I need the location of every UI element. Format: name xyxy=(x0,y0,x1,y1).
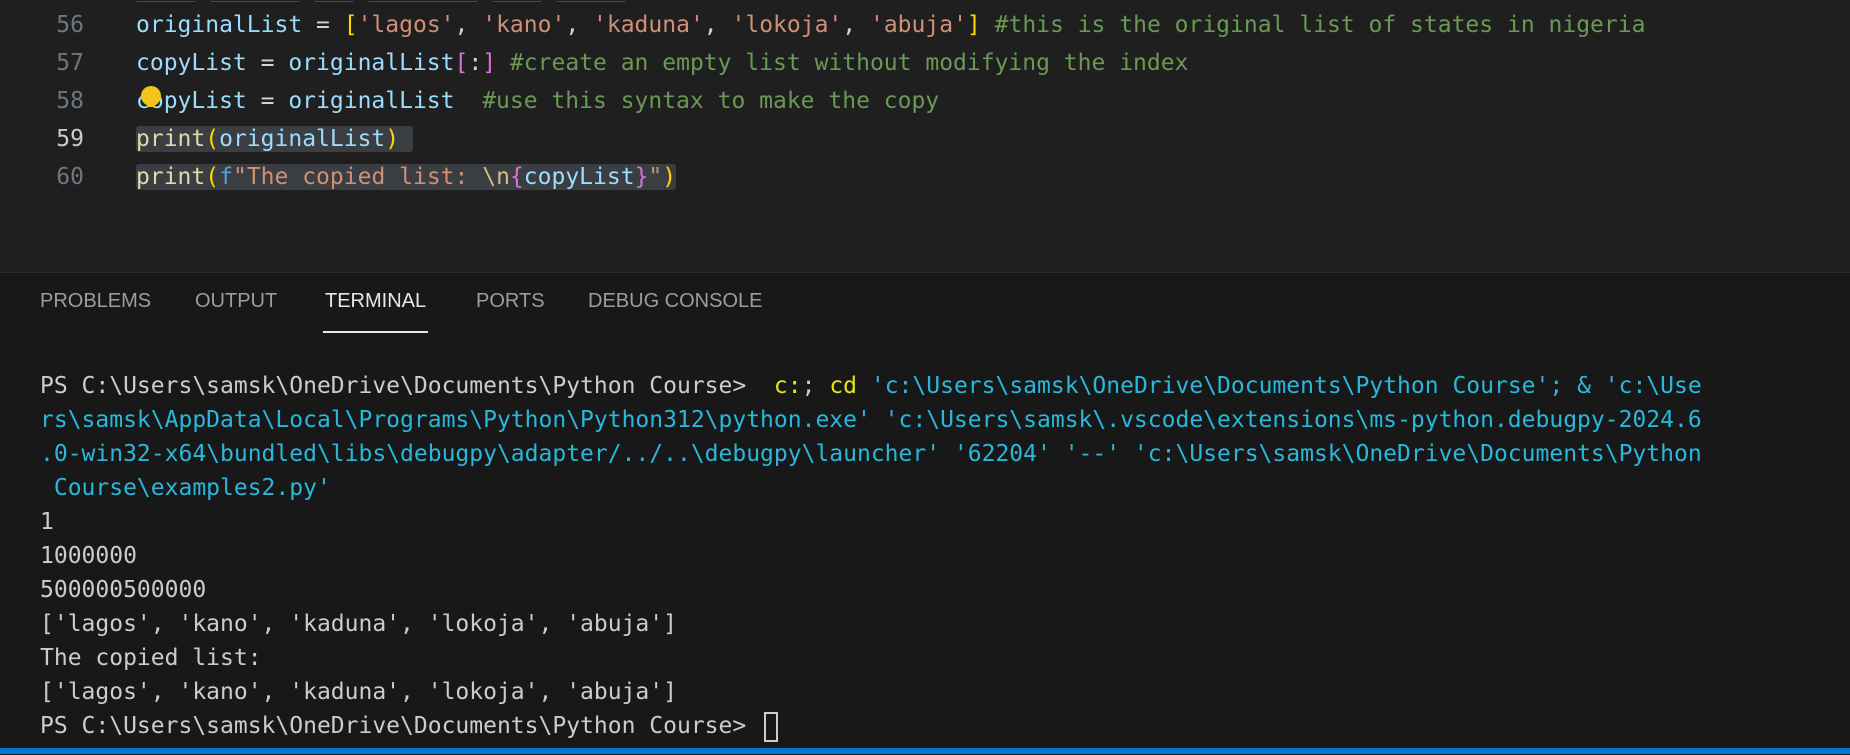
command-token: ; xyxy=(801,373,830,399)
code-content: copyList = originalList[:] #create an em… xyxy=(136,50,1188,76)
selection-highlight: print(originalList) xyxy=(136,126,413,152)
terminal-prompt: PS C:\Users\samsk\OneDrive\Documents\Pyt… xyxy=(40,713,761,739)
terminal-final-line: PS C:\Users\samsk\OneDrive\Documents\Pyt… xyxy=(40,709,1845,743)
code-token: = xyxy=(246,50,289,76)
code-token: 'kano' xyxy=(482,12,566,38)
code-token: 'abuja' xyxy=(869,12,967,38)
code-token: copyList xyxy=(136,50,247,76)
code-token: { xyxy=(509,164,524,190)
code-token: : xyxy=(468,50,483,76)
command-token: c: xyxy=(760,373,802,399)
terminal-command-wrap: .0-win32-x64\bundled\libs\debugpy\adapte… xyxy=(40,441,1702,467)
line-number: 57 xyxy=(56,50,84,76)
code-editor[interactable]: 56 originalList = ['lagos', 'kano', 'kadu… xyxy=(0,0,1850,270)
terminal-command-line: PS C:\Users\samsk\OneDrive\Documents\Pyt… xyxy=(40,369,1845,403)
code-token: [ xyxy=(454,50,469,76)
code-text[interactable]: print(f"The copied list: \n{copyList}") xyxy=(136,158,677,196)
code-token: " xyxy=(648,164,663,190)
command-token: cd xyxy=(829,373,858,399)
tab-problems[interactable]: PROBLEMS xyxy=(40,273,151,333)
code-line[interactable]: 59 print(originalList) xyxy=(0,120,1850,158)
line-number: 60 xyxy=(56,164,84,190)
line-number: 59 xyxy=(56,126,84,152)
code-token: 'kaduna' xyxy=(593,12,704,38)
terminal-output-line: 500000500000 xyxy=(40,577,207,603)
code-line[interactable]: 58 copyList = originalList #use this synt… xyxy=(0,82,1850,120)
code-content: originalList = ['lagos', 'kano', 'kaduna… xyxy=(136,12,1645,38)
code-text[interactable]: copyList = originalList #use this syntax… xyxy=(136,82,939,120)
code-text[interactable]: copyList = originalList[:] #create an em… xyxy=(136,44,1188,82)
code-token: ( xyxy=(205,164,220,190)
code-token: ) xyxy=(662,164,677,190)
terminal-cursor[interactable] xyxy=(764,711,779,742)
code-token: , xyxy=(454,12,483,38)
terminal-output-line: ['lagos', 'kano', 'kaduna', 'lokoja', 'a… xyxy=(40,679,677,705)
selection-highlight: print(f"The copied list: \n{copyList}") xyxy=(136,164,677,190)
code-token: print xyxy=(136,164,206,190)
tab-ports[interactable]: PORTS xyxy=(476,273,545,333)
code-token: ( xyxy=(205,126,220,152)
code-token: ] xyxy=(482,50,497,76)
terminal-command-wrap: Course\examples2.py' xyxy=(40,475,331,501)
code-token: originalList xyxy=(288,88,455,114)
code-token: originalList xyxy=(219,126,386,152)
code-token: 'lagos' xyxy=(357,12,455,38)
code-text[interactable]: originalList = ['lagos', 'kano', 'kaduna… xyxy=(136,6,1645,44)
partial-line-55 xyxy=(136,0,1036,2)
code-token: , xyxy=(842,12,870,38)
terminal-output-line: 1000000 xyxy=(40,543,137,569)
tab-terminal[interactable]: TERMINAL xyxy=(322,273,429,333)
tab-debug-console[interactable]: DEBUG CONSOLE xyxy=(588,273,762,333)
line-number: 56 xyxy=(56,12,84,38)
code-token: #create an empty list without modifying … xyxy=(496,50,1189,76)
code-token: print xyxy=(136,126,206,152)
code-token: } xyxy=(634,164,649,190)
code-token: = xyxy=(302,12,344,38)
code-token: , xyxy=(565,12,594,38)
bottom-panel: PROBLEMS OUTPUT TERMINAL PORTS DEBUG CON… xyxy=(0,272,1850,755)
lightbulb-icon[interactable] xyxy=(141,86,161,107)
terminal-prompt: PS C:\Users\samsk\OneDrive\Documents\Pyt… xyxy=(40,373,761,399)
code-token: ) xyxy=(385,126,400,152)
code-token: "The copied list: xyxy=(232,164,483,190)
code-token: ] xyxy=(966,12,981,38)
code-token: = xyxy=(246,88,289,114)
code-token: originalList xyxy=(288,50,455,76)
code-content: copyList = originalList #use this syntax… xyxy=(136,88,939,114)
code-token: , xyxy=(703,12,732,38)
code-line[interactable]: 60 print(f"The copied list: \n{copyList}"… xyxy=(0,158,1850,196)
code-token: #this is the original list of states in … xyxy=(980,12,1646,38)
code-token: [ xyxy=(343,12,358,38)
code-token: f xyxy=(219,164,233,190)
code-token: originalList xyxy=(136,12,303,38)
code-token: 'lokoja' xyxy=(731,12,843,38)
code-token: #use this syntax to make the copy xyxy=(454,88,940,114)
code-token: copyList xyxy=(523,164,635,190)
terminal-output-line: ['lagos', 'kano', 'kaduna', 'lokoja', 'a… xyxy=(40,611,677,637)
terminal-output-line: 1 xyxy=(40,509,54,535)
code-line[interactable]: 57 copyList = originalList[:] #create an … xyxy=(0,44,1850,82)
code-text[interactable]: print(originalList) xyxy=(136,120,413,158)
terminal-output-line: The copied list: xyxy=(40,645,276,671)
status-bar[interactable] xyxy=(0,748,1850,754)
tab-output[interactable]: OUTPUT xyxy=(195,273,277,333)
terminal-command-wrap: rs\samsk\AppData\Local\Programs\Python\P… xyxy=(40,407,1702,433)
command-token: 'c:\Users\samsk\OneDrive\Documents\Pytho… xyxy=(857,373,1702,399)
panel-tabs: PROBLEMS OUTPUT TERMINAL PORTS DEBUG CON… xyxy=(0,273,1850,333)
code-token: \n xyxy=(482,164,510,190)
code-line[interactable]: 56 originalList = ['lagos', 'kano', 'kadu… xyxy=(0,6,1850,44)
line-number: 58 xyxy=(56,88,84,114)
terminal-output[interactable]: PS C:\Users\samsk\OneDrive\Documents\Pyt… xyxy=(40,369,1845,743)
